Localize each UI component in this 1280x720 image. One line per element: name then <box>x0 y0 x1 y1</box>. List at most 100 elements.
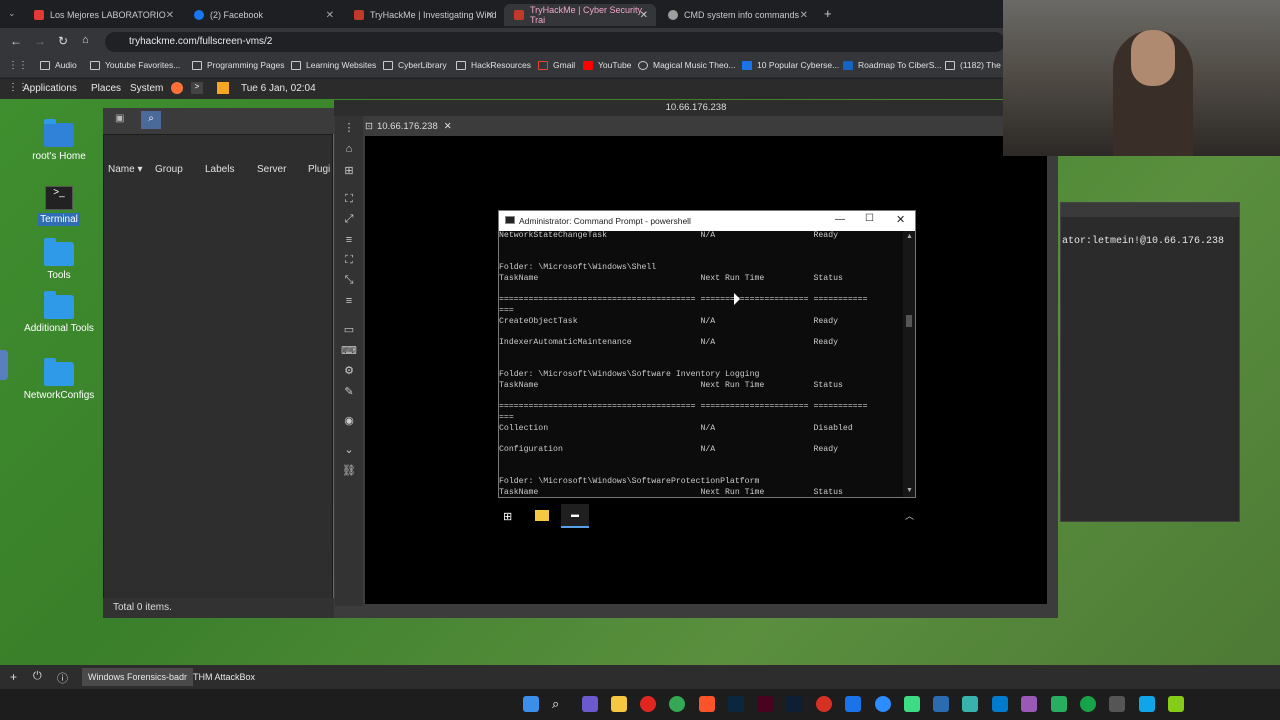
bookmark-item[interactable]: Audio <box>40 60 77 70</box>
close-icon[interactable]: ✕ <box>640 10 648 21</box>
applications-menu[interactable]: Applications <box>23 83 77 94</box>
bookmark-item[interactable]: Gmail <box>538 60 575 70</box>
app-icon[interactable] <box>1051 696 1067 712</box>
resize-icon[interactable]: ⤡ <box>341 274 357 288</box>
firefox-icon[interactable] <box>171 82 183 94</box>
wrench-icon[interactable]: ✎ <box>341 385 357 399</box>
fullscreen-icon[interactable]: ⤢ <box>341 213 357 227</box>
cmd-output[interactable]: NetworkStateChangeTask N/A Ready Folder: … <box>499 231 903 497</box>
new-connection-icon[interactable]: ▣ <box>115 113 127 125</box>
close-icon[interactable]: ✕ <box>486 10 494 21</box>
editor-launcher-icon[interactable] <box>217 82 229 94</box>
list-icon[interactable]: ≡ <box>341 295 357 309</box>
tab-2[interactable]: (2) Facebook ✕ <box>184 4 342 26</box>
desktop-icon-root-home[interactable]: root's Home <box>9 119 109 162</box>
tab-5[interactable]: CMD system info commands ✕ <box>658 4 816 26</box>
cmd-icon[interactable]: ▬ <box>561 504 589 528</box>
search-icon[interactable]: ⌕ <box>552 696 568 712</box>
column-plugin[interactable]: Plugi <box>308 164 330 175</box>
desktop-icon-networkconfigs[interactable]: NetworkConfigs <box>9 358 109 401</box>
brave-icon[interactable] <box>699 696 715 712</box>
camera-icon[interactable]: ◉ <box>341 414 357 428</box>
chevron-up-icon[interactable]: ︿ <box>905 509 914 522</box>
back-icon[interactable]: ← <box>10 34 22 48</box>
disconnect-icon[interactable]: ⛓ <box>341 464 357 478</box>
side-handle[interactable] <box>0 350 8 380</box>
photoshop-icon[interactable] <box>728 696 744 712</box>
home-icon[interactable]: ⌂ <box>82 34 89 46</box>
bookmark-item[interactable]: YouTube <box>583 60 631 70</box>
close-icon[interactable]: ✕ <box>896 213 905 226</box>
remote-tab[interactable]: ⊡ 10.66.176.238 ✕ <box>365 117 461 135</box>
taskbar-item-windows-forensics[interactable]: Windows Forensics-badr <box>82 668 194 686</box>
bookmark-item[interactable]: (1182) The C <box>945 60 1009 70</box>
app-icon[interactable] <box>816 696 832 712</box>
scale-icon[interactable]: ⛶ <box>341 254 357 268</box>
apps-grid-icon[interactable]: ⋮⋮ <box>8 60 28 71</box>
reload-icon[interactable]: ↻ <box>58 34 68 48</box>
tab-3[interactable]: TryHackMe | Investigating Wind ✕ <box>344 4 502 26</box>
column-labels[interactable]: Labels <box>205 164 234 175</box>
app-icon[interactable] <box>962 696 978 712</box>
scrollbar[interactable]: ▲ ▼ <box>903 231 915 497</box>
close-icon[interactable]: ✕ <box>166 10 174 21</box>
opera-icon[interactable] <box>640 696 656 712</box>
app-icon[interactable] <box>1021 696 1037 712</box>
new-tab-icon[interactable]: + <box>824 6 832 21</box>
app-icon[interactable] <box>933 696 949 712</box>
menu-icon[interactable]: ⋮ <box>341 121 357 135</box>
tab-search-icon[interactable]: ⌄ <box>8 8 16 19</box>
close-icon[interactable]: ✕ <box>800 10 808 21</box>
column-group[interactable]: Group <box>155 164 183 175</box>
bookmark-item[interactable]: Youtube Favorites... <box>90 60 180 70</box>
home-icon[interactable]: ⌂ <box>341 143 357 157</box>
windows-start-icon[interactable]: ⊞ <box>503 510 512 523</box>
places-menu[interactable]: Places <box>91 83 121 94</box>
zoom-icon[interactable] <box>875 696 891 712</box>
screen-icon[interactable]: ▭ <box>341 323 357 337</box>
terminal-launcher-icon[interactable]: > <box>191 82 203 94</box>
folder-icon[interactable] <box>535 510 549 521</box>
vscode-icon[interactable] <box>992 696 1008 712</box>
add-icon[interactable]: + <box>10 670 17 684</box>
taskbar-item-attackbox[interactable]: THM AttackBox <box>187 668 261 686</box>
scroll-down-icon[interactable]: ▼ <box>906 487 913 494</box>
app-icon[interactable] <box>1109 696 1125 712</box>
scroll-up-icon[interactable]: ▲ <box>906 233 913 240</box>
folder-icon[interactable] <box>611 696 627 712</box>
windows-start-icon[interactable] <box>523 696 539 712</box>
scroll-thumb[interactable] <box>906 315 912 327</box>
bookmark-item[interactable]: 10 Popular Cyberse... <box>742 60 839 70</box>
list-icon[interactable]: ≡ <box>341 234 357 248</box>
close-icon[interactable]: ✕ <box>444 121 452 132</box>
tab-4[interactable]: TryHackMe | Cyber Security Trai ✕ <box>504 4 656 26</box>
chevron-down-icon[interactable]: ⌄ <box>341 443 357 457</box>
minimize-icon[interactable]: — <box>835 214 845 225</box>
app-icon[interactable] <box>1168 696 1184 712</box>
desktop-icon-additional-tools[interactable]: Additional Tools <box>9 291 109 334</box>
fit-window-icon[interactable]: ⛶ <box>341 193 357 207</box>
bookmark-item[interactable]: HackResources <box>456 60 531 70</box>
search-icon[interactable]: ⌕ <box>141 111 161 129</box>
maximize-icon[interactable]: ☐ <box>865 213 874 224</box>
bookmark-item[interactable]: Programming Pages <box>192 60 284 70</box>
gear-icon[interactable]: ⚙ <box>341 364 357 378</box>
bookmark-item[interactable]: Learning Websites <box>291 60 376 70</box>
system-menu[interactable]: System <box>130 83 163 94</box>
shield-icon[interactable] <box>845 696 861 712</box>
column-server[interactable]: Server <box>257 164 286 175</box>
info-icon[interactable]: ⓘ <box>57 670 68 686</box>
app-icon[interactable] <box>1139 696 1155 712</box>
close-icon[interactable]: ✕ <box>326 10 334 21</box>
desktop-icon-tools[interactable]: Tools <box>9 238 109 281</box>
bookmark-item[interactable]: Roadmap To CiberS... <box>843 60 941 70</box>
tab-1[interactable]: Los Mejores LABORATORIO ✕ <box>24 4 182 26</box>
url-bar[interactable]: tryhackme.com/fullscreen-vms/2 <box>105 32 1005 52</box>
app-icon[interactable] <box>904 696 920 712</box>
bookmark-item[interactable]: CyberLibrary <box>383 60 447 70</box>
add-icon[interactable]: ⊞ <box>341 164 357 178</box>
power-icon[interactable]: ⏻ <box>33 670 42 683</box>
lightroom-icon[interactable] <box>786 696 802 712</box>
app-icon[interactable] <box>582 696 598 712</box>
desktop-icon-terminal[interactable]: >_ Terminal <box>9 186 109 226</box>
